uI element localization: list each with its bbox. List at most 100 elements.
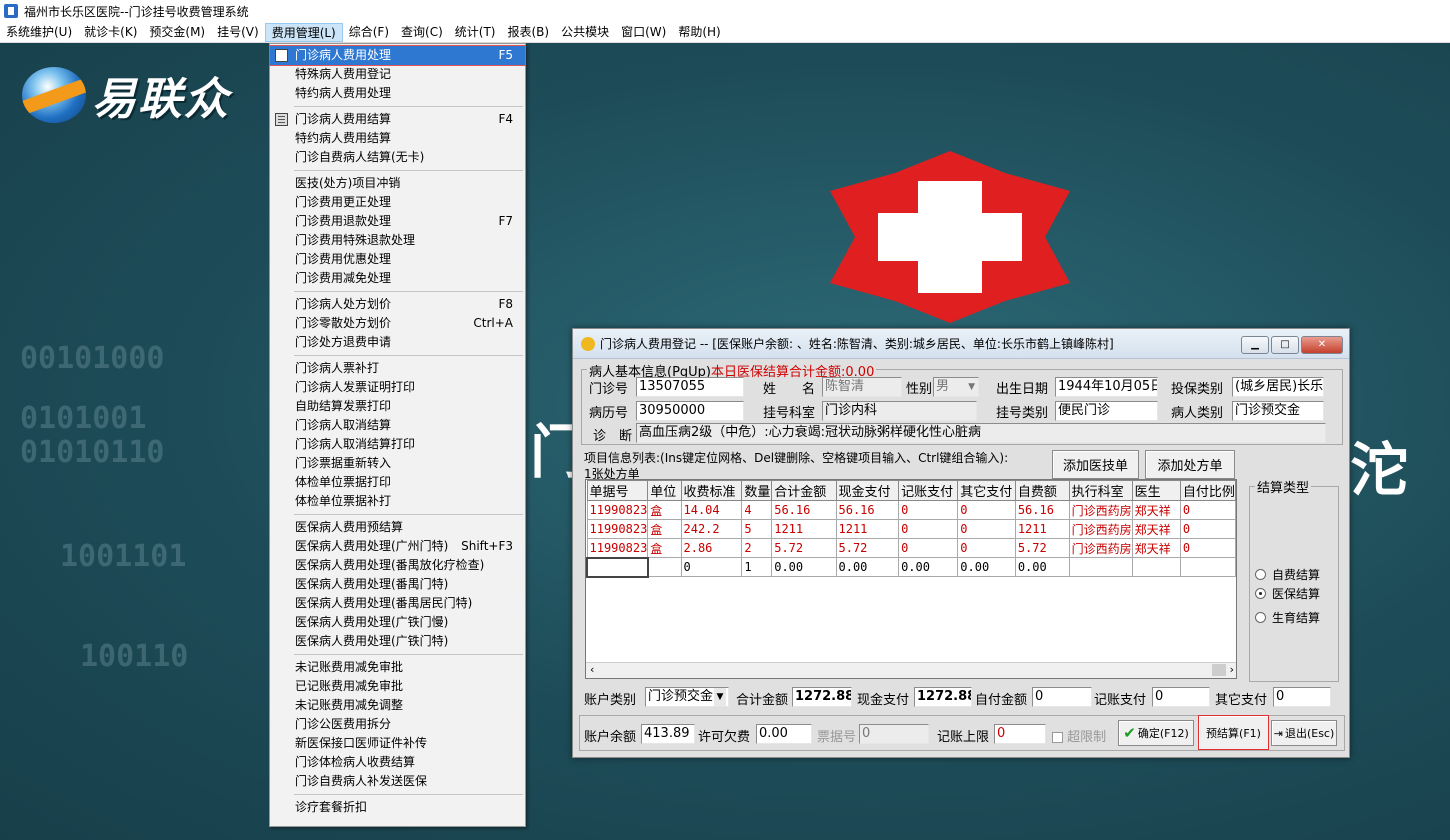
table-cell[interactable]: 郑天祥 [1131, 538, 1181, 558]
dropdown-item[interactable]: 门诊零散处方划价 Ctrl+A [270, 314, 525, 333]
dropdown-item[interactable]: 门诊病人取消结算打印 [270, 435, 525, 454]
dropdown-item[interactable]: 已记账费用减免审批 [270, 677, 525, 696]
record-no-field[interactable]: 30950000 [636, 401, 744, 421]
menu-card[interactable]: 就诊卡(K) [78, 23, 143, 42]
table-cell[interactable]: 11990823 [586, 538, 649, 558]
column-header[interactable]: 单位 [647, 480, 682, 501]
table-cell[interactable]: 5 [741, 519, 773, 539]
dropdown-item[interactable]: 门诊病人取消结算 [270, 416, 525, 435]
column-header[interactable]: 记账支付 [898, 480, 959, 501]
total-cell[interactable]: 0.00 [1014, 557, 1070, 577]
close-button[interactable]: ✕ [1301, 336, 1343, 354]
invoice-field[interactable]: 0 [859, 724, 929, 744]
table-cell[interactable]: 盒 [647, 500, 682, 520]
dropdown-item[interactable]: 体检单位票据补打 [270, 492, 525, 511]
dialog-titlebar[interactable]: 门诊病人费用登记 -- [医保账户余额: 、姓名:陈智清、类别:城乡居民、单位:… [573, 329, 1349, 359]
table-cell[interactable]: 0 [1179, 500, 1236, 520]
scroll-right-icon[interactable]: › [1230, 663, 1234, 676]
add-tech-order-button[interactable]: 添加医技单 [1052, 450, 1139, 479]
radio-medical-insurance[interactable]: 医保结算 [1255, 585, 1320, 602]
dropdown-item[interactable]: 新医保接口医师证件补传 [270, 734, 525, 753]
table-cell[interactable]: 11990823 [586, 500, 649, 520]
birth-field[interactable]: 1944年10月05日 [1055, 377, 1158, 397]
clinic-no-field[interactable]: 13507055 [636, 377, 744, 397]
dropdown-item[interactable]: 门诊病人票补打 [270, 359, 525, 378]
table-row[interactable]: 11990823 盒 242.2 5 1211 1211 0 0 1211 门诊西药房 郑天祥 0 [586, 519, 1236, 539]
dropdown-item[interactable]: 门诊费用减免处理 [270, 269, 525, 288]
minimize-button[interactable]: ▁ [1241, 336, 1269, 354]
radio-self-pay[interactable]: 自费结算 [1255, 566, 1320, 583]
menu-query[interactable]: 查询(C) [395, 23, 449, 42]
dropdown-item[interactable]: 诊疗套餐折扣 [270, 798, 525, 817]
limit-field[interactable]: 0 [994, 724, 1046, 744]
dropdown-item[interactable]: 门诊费用更正处理 [270, 193, 525, 212]
table-cell[interactable]: 门诊西药房 [1068, 538, 1133, 558]
menu-statistics[interactable]: 统计(T) [449, 23, 502, 42]
name-field[interactable]: 陈智清 [822, 377, 902, 397]
total-cell[interactable]: 1 [741, 557, 773, 577]
menu-system[interactable]: 系统维护(U) [0, 23, 78, 42]
menu-help[interactable]: 帮助(H) [672, 23, 726, 42]
total-cell[interactable]: 0.00 [835, 557, 900, 577]
dropdown-item[interactable]: 门诊病人发票证明打印 [270, 378, 525, 397]
table-cell[interactable]: 0 [898, 538, 959, 558]
confirm-button[interactable]: ✔ 确定(F12) [1118, 720, 1194, 746]
column-header[interactable]: 其它支付 [957, 480, 1016, 501]
dropdown-item[interactable]: 特殊病人费用登记 [270, 65, 525, 84]
dropdown-item[interactable]: 门诊自费病人结算(无卡) [270, 148, 525, 167]
items-grid[interactable]: 单据号 单位 收费标准 数量 合计金额 现金支付 记账支付 其它支付 自费额 执行科室 医生 自付比例… [585, 479, 1237, 679]
table-cell[interactable]: 5.72 [835, 538, 900, 558]
scroll-left-icon[interactable]: ‹ [590, 663, 594, 676]
table-row[interactable]: 11990823 盒 14.04 4 56.16 56.16 0 0 56.16 门诊西药房 郑天祥… [586, 500, 1236, 520]
table-cell[interactable]: 0 [898, 500, 959, 520]
column-header[interactable]: 单据号 [586, 480, 649, 501]
dropdown-item[interactable]: 门诊自费病人补发送医保 [270, 772, 525, 791]
dropdown-item[interactable]: 自助结算发票打印 [270, 397, 525, 416]
add-prescription-button[interactable]: 添加处方单 [1145, 450, 1235, 479]
table-cell[interactable]: 56.16 [1014, 500, 1070, 520]
column-header[interactable]: 收费标准 [680, 480, 743, 501]
reg-dept-field[interactable]: 门诊内科 [822, 401, 977, 421]
table-cell[interactable]: 1211 [1014, 519, 1070, 539]
dropdown-item[interactable]: 门诊票据重新转入 [270, 454, 525, 473]
maximize-button[interactable]: □ [1271, 336, 1299, 354]
table-cell[interactable]: 0 [898, 519, 959, 539]
table-cell[interactable]: 242.2 [680, 519, 743, 539]
total-cell[interactable] [1131, 557, 1181, 577]
scroll-thumb[interactable] [1212, 664, 1226, 676]
table-cell[interactable]: 5.72 [771, 538, 837, 558]
dropdown-item[interactable]: 门诊费用特殊退款处理 [270, 231, 525, 250]
account-type-select[interactable]: 门诊预交金 ▼ [645, 687, 729, 707]
dropdown-item[interactable]: 门诊病人费用结算 F4 [270, 110, 525, 129]
total-row[interactable]: 0 1 0.00 0.00 0.00 0.00 0.00 [586, 556, 1236, 578]
total-cell[interactable]: 0.00 [771, 557, 837, 577]
column-header[interactable]: 自付比例 [1179, 480, 1236, 501]
column-header[interactable]: 自费额 [1014, 480, 1070, 501]
menu-register[interactable]: 挂号(V) [211, 23, 265, 42]
table-cell[interactable]: 56.16 [835, 500, 900, 520]
menu-common[interactable]: 公共模块 [555, 23, 615, 42]
table-cell[interactable]: 5.72 [1014, 538, 1070, 558]
total-cell[interactable] [586, 556, 649, 578]
dropdown-item[interactable]: 门诊体检病人收费结算 [270, 753, 525, 772]
column-header[interactable]: 合计金额 [771, 480, 837, 501]
total-cell[interactable] [647, 557, 682, 577]
table-cell[interactable]: 2 [741, 538, 773, 558]
dropdown-item[interactable]: 医技(处方)项目冲销 [270, 174, 525, 193]
dropdown-item[interactable]: 医保病人费用预结算 [270, 518, 525, 537]
dropdown-item[interactable]: 未记账费用减免调整 [270, 696, 525, 715]
menu-general[interactable]: 综合(F) [343, 23, 395, 42]
dropdown-item[interactable]: 门诊公医费用拆分 [270, 715, 525, 734]
table-cell[interactable]: 郑天祥 [1131, 519, 1181, 539]
menu-fee-management[interactable]: 费用管理(L) [264, 22, 343, 42]
total-cell[interactable]: 0.00 [898, 557, 959, 577]
menu-report[interactable]: 报表(B) [501, 23, 555, 42]
dropdown-item[interactable]: 特约病人费用处理 [270, 84, 525, 103]
menu-prepay[interactable]: 预交金(M) [143, 23, 211, 42]
total-cell[interactable]: 0 [680, 557, 743, 577]
grid-horizontal-scrollbar[interactable]: ‹ › [586, 662, 1236, 678]
total-cell[interactable] [1068, 557, 1133, 577]
dropdown-item[interactable]: 特约病人费用结算 [270, 129, 525, 148]
total-cell[interactable] [1179, 557, 1236, 577]
pre-settle-button[interactable]: 预结算(F1) [1198, 715, 1269, 750]
